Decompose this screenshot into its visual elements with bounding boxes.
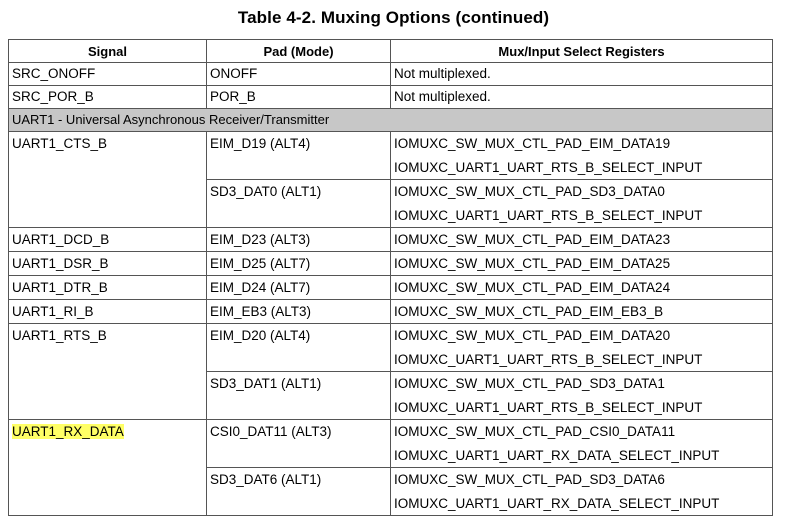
pad-cell: POR_B — [206, 85, 391, 109]
pad-cell: ONOFF — [206, 62, 391, 86]
table-row: UART1_DSR_B EIM_D25 (ALT7) IOMUXC_SW_MUX… — [8, 251, 773, 276]
mux-register: IOMUXC_SW_MUX_CTL_PAD_SD3_DATA0 — [394, 184, 665, 199]
pad-cell: EIM_D19 (ALT4) — [206, 131, 391, 180]
register-cell: IOMUXC_SW_MUX_CTL_PAD_EIM_DATA24 — [390, 275, 773, 300]
select-input-register: IOMUXC_UART1_UART_RTS_B_SELECT_INPUT — [394, 399, 703, 415]
table-header-row: Signal Pad (Mode) Mux/Input Select Regis… — [8, 39, 773, 63]
signal-cell: UART1_DCD_B — [8, 227, 207, 252]
register-cell: Not multiplexed. — [390, 85, 773, 109]
register-cell: IOMUXC_SW_MUX_CTL_PAD_SD3_DATA0 IOMUXC_U… — [390, 179, 773, 228]
register-cell: IOMUXC_SW_MUX_CTL_PAD_EIM_DATA25 — [390, 251, 773, 276]
table-row: UART1_CTS_B EIM_D19 (ALT4) IOMUXC_SW_MUX… — [8, 131, 773, 228]
pad-cell: SD3_DAT1 (ALT1) — [206, 371, 391, 420]
header-pad-mode: Pad (Mode) — [206, 39, 391, 63]
register-cell: IOMUXC_SW_MUX_CTL_PAD_EIM_DATA23 — [390, 227, 773, 252]
table-row: SRC_ONOFF ONOFF Not multiplexed. — [8, 62, 773, 86]
mux-register: IOMUXC_SW_MUX_CTL_PAD_EIM_DATA20 — [394, 328, 671, 343]
register-cell: Not multiplexed. — [390, 62, 773, 86]
register-cell: IOMUXC_SW_MUX_CTL_PAD_SD3_DATA6 IOMUXC_U… — [390, 467, 773, 516]
section-heading: UART1 - Universal Asynchronous Receiver/… — [8, 108, 773, 132]
pad-cell: CSI0_DAT11 (ALT3) — [206, 419, 391, 468]
register-cell: IOMUXC_SW_MUX_CTL_PAD_EIM_EB3_B — [390, 299, 773, 324]
header-registers: Mux/Input Select Registers — [390, 39, 773, 63]
select-input-register: IOMUXC_UART1_UART_RX_DATA_SELECT_INPUT — [394, 495, 720, 511]
pad-cell: SD3_DAT0 (ALT1) — [206, 179, 391, 228]
highlighted-signal: UART1_RX_DATA — [12, 424, 124, 439]
signal-cell: UART1_CTS_B — [8, 131, 207, 228]
select-input-register: IOMUXC_UART1_UART_RTS_B_SELECT_INPUT — [394, 207, 703, 223]
pad-cell: SD3_DAT6 (ALT1) — [206, 467, 391, 516]
select-input-register: IOMUXC_UART1_UART_RTS_B_SELECT_INPUT — [394, 351, 703, 367]
select-input-register: IOMUXC_UART1_UART_RTS_B_SELECT_INPUT — [394, 159, 703, 175]
select-input-register: IOMUXC_UART1_UART_RX_DATA_SELECT_INPUT — [394, 447, 720, 463]
pad-cell: EIM_D23 (ALT3) — [206, 227, 391, 252]
register-cell: IOMUXC_SW_MUX_CTL_PAD_EIM_DATA19 IOMUXC_… — [390, 131, 773, 180]
register-cell: IOMUXC_SW_MUX_CTL_PAD_SD3_DATA1 IOMUXC_U… — [390, 371, 773, 420]
signal-cell: UART1_DTR_B — [8, 275, 207, 300]
mux-register: IOMUXC_SW_MUX_CTL_PAD_EIM_DATA19 — [394, 136, 671, 151]
table-row: UART1_RX_DATA CSI0_DAT11 (ALT3) IOMUXC_S… — [8, 419, 773, 516]
table-row: UART1_DTR_B EIM_D24 (ALT7) IOMUXC_SW_MUX… — [8, 275, 773, 300]
signal-cell: UART1_RX_DATA — [8, 419, 207, 516]
table-row: UART1_DCD_B EIM_D23 (ALT3) IOMUXC_SW_MUX… — [8, 227, 773, 252]
signal-cell: UART1_RI_B — [8, 299, 207, 324]
signal-cell: SRC_POR_B — [8, 85, 207, 109]
mux-register: IOMUXC_SW_MUX_CTL_PAD_SD3_DATA1 — [394, 376, 665, 391]
header-signal: Signal — [8, 39, 207, 63]
table-row: UART1_RTS_B EIM_D20 (ALT4) IOMUXC_SW_MUX… — [8, 323, 773, 420]
table-row: SRC_POR_B POR_B Not multiplexed. — [8, 85, 773, 109]
table-title: Table 4-2. Muxing Options (continued) — [237, 8, 550, 27]
pad-cell: EIM_EB3 (ALT3) — [206, 299, 391, 324]
mux-register: IOMUXC_SW_MUX_CTL_PAD_CSI0_DATA11 — [394, 424, 676, 439]
table-row: UART1_RI_B EIM_EB3 (ALT3) IOMUXC_SW_MUX_… — [8, 299, 773, 324]
register-cell: IOMUXC_SW_MUX_CTL_PAD_CSI0_DATA11 IOMUXC… — [390, 419, 773, 468]
pad-cell: EIM_D20 (ALT4) — [206, 323, 391, 372]
pad-cell: EIM_D24 (ALT7) — [206, 275, 391, 300]
signal-cell: UART1_RTS_B — [8, 323, 207, 420]
signal-cell: SRC_ONOFF — [8, 62, 207, 86]
muxing-options-table: Signal Pad (Mode) Mux/Input Select Regis… — [8, 39, 773, 516]
mux-register: IOMUXC_SW_MUX_CTL_PAD_SD3_DATA6 — [394, 472, 665, 487]
signal-cell: UART1_DSR_B — [8, 251, 207, 276]
register-cell: IOMUXC_SW_MUX_CTL_PAD_EIM_DATA20 IOMUXC_… — [390, 323, 773, 372]
section-row: UART1 - Universal Asynchronous Receiver/… — [8, 108, 773, 132]
pad-cell: EIM_D25 (ALT7) — [206, 251, 391, 276]
